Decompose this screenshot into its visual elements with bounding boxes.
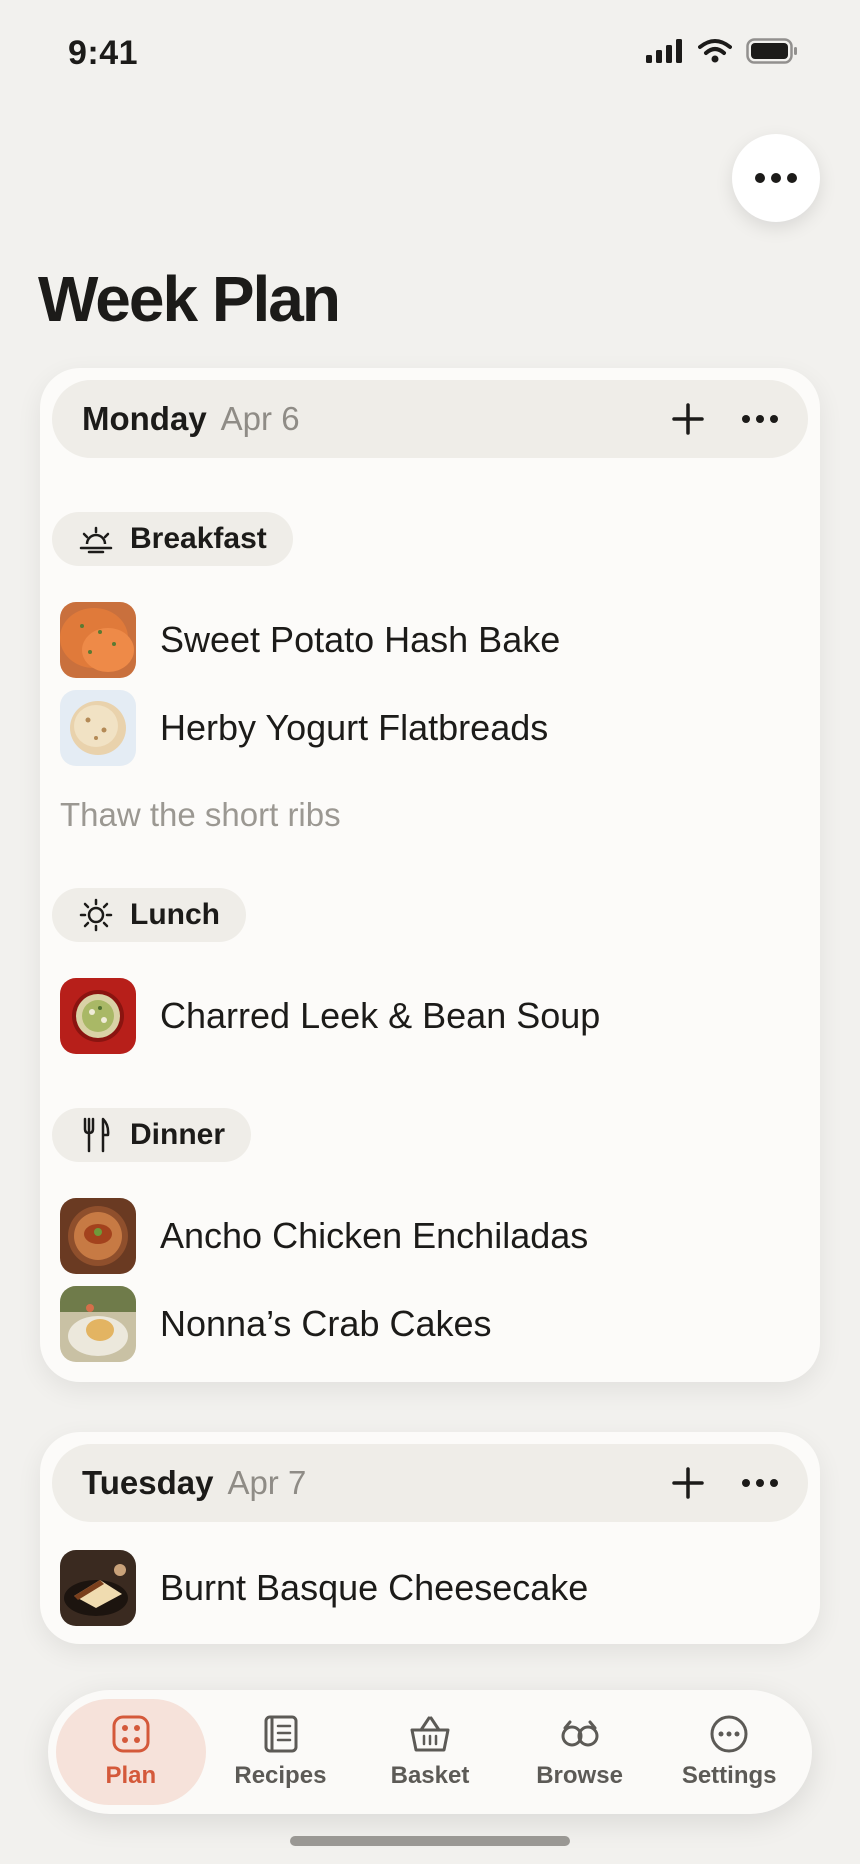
tab-settings[interactable]: Settings [654,1699,804,1805]
recipe-row[interactable]: Nonna’s Crab Cakes [60,1286,492,1362]
recipe-name: Nonna’s Crab Cakes [160,1303,492,1344]
day-date: Apr 6 [220,400,300,437]
day-header: Monday Apr 6 [52,380,808,458]
recipe-name: Sweet Potato Hash Bake [160,619,561,660]
status-bar: 9:41 [0,0,860,110]
page-title: Week Plan [38,263,341,335]
tab-label: Settings [681,1762,777,1789]
recipe-name: Herby Yogurt Flatbreads [160,707,549,748]
recipe-thumbnail [60,1286,136,1362]
recipe-name: Charred Leek & Bean Soup [160,995,601,1036]
ellipsis-icon [755,173,797,183]
recipe-row[interactable]: Charred Leek & Bean Soup [60,978,600,1054]
status-icons [646,38,798,64]
plus-icon [672,403,704,435]
recipe-name: Ancho Chicken Enchiladas [160,1215,589,1256]
more-options-button[interactable] [732,134,820,222]
day-options-button[interactable] [736,395,784,443]
recipes-icon [264,1715,298,1753]
sunrise-icon [78,521,114,557]
day-header: Tuesday Apr 7 [52,1444,808,1522]
home-indicator [290,1836,570,1846]
day-card-tuesday: Tuesday Apr 7 Burnt Basque Cheesecake [40,1432,820,1644]
add-meal-button[interactable] [664,395,712,443]
recipe-thumbnail [60,1198,136,1274]
recipe-thumbnail [60,602,136,678]
day-name: Tuesday [82,1464,214,1501]
wifi-icon [698,39,732,63]
recipe-row[interactable]: Burnt Basque Cheesecake [60,1550,588,1626]
meal-label: Lunch [130,898,220,931]
day-date: Apr 7 [227,1464,307,1501]
day-card-monday: Monday Apr 6 Breakfast Sweet Potato Hash… [40,368,820,1382]
tab-basket[interactable]: Basket [355,1699,505,1805]
sun-icon [78,897,114,933]
tab-browse[interactable]: Browse [505,1699,655,1805]
basket-icon [410,1716,450,1752]
recipe-row[interactable]: Sweet Potato Hash Bake [60,602,560,678]
plus-icon [672,1467,704,1499]
recipe-thumbnail [60,978,136,1054]
meal-label: Dinner [130,1118,226,1151]
meal-label: Breakfast [130,522,267,555]
tab-label: Recipes [234,1762,327,1789]
browse-icon [561,1720,599,1747]
tab-label: Basket [390,1762,470,1789]
meal-chip-breakfast[interactable]: Breakfast [52,512,293,566]
ellipsis-icon [742,1479,778,1487]
tab-recipes[interactable]: Recipes [206,1699,356,1805]
meal-note[interactable]: Thaw the short ribs [60,796,341,834]
settings-icon [710,1715,748,1753]
day-name: Monday [82,400,207,437]
add-meal-button[interactable] [664,1459,712,1507]
day-actions [664,395,784,443]
day-actions [664,1459,784,1507]
tab-label: Plan [105,1762,157,1789]
status-time: 9:41 [68,34,139,72]
recipe-name: Burnt Basque Cheesecake [160,1567,589,1608]
day-options-button[interactable] [736,1459,784,1507]
recipe-row[interactable]: Herby Yogurt Flatbreads [60,690,548,766]
meal-chip-lunch[interactable]: Lunch [52,888,246,942]
tab-label: Browse [536,1762,623,1789]
plan-icon [112,1715,150,1753]
cellular-signal-icon [646,39,682,63]
tab-plan[interactable]: Plan [56,1699,206,1805]
tab-bar: Plan Recipes Basket Browse Settings [48,1690,812,1814]
recipe-row[interactable]: Ancho Chicken Enchiladas [60,1198,588,1274]
ellipsis-icon [742,415,778,423]
fork-knife-icon [78,1117,114,1153]
recipe-thumbnail [60,1550,136,1626]
meal-chip-dinner[interactable]: Dinner [52,1108,252,1162]
battery-icon [746,38,797,64]
recipe-thumbnail [60,690,136,766]
